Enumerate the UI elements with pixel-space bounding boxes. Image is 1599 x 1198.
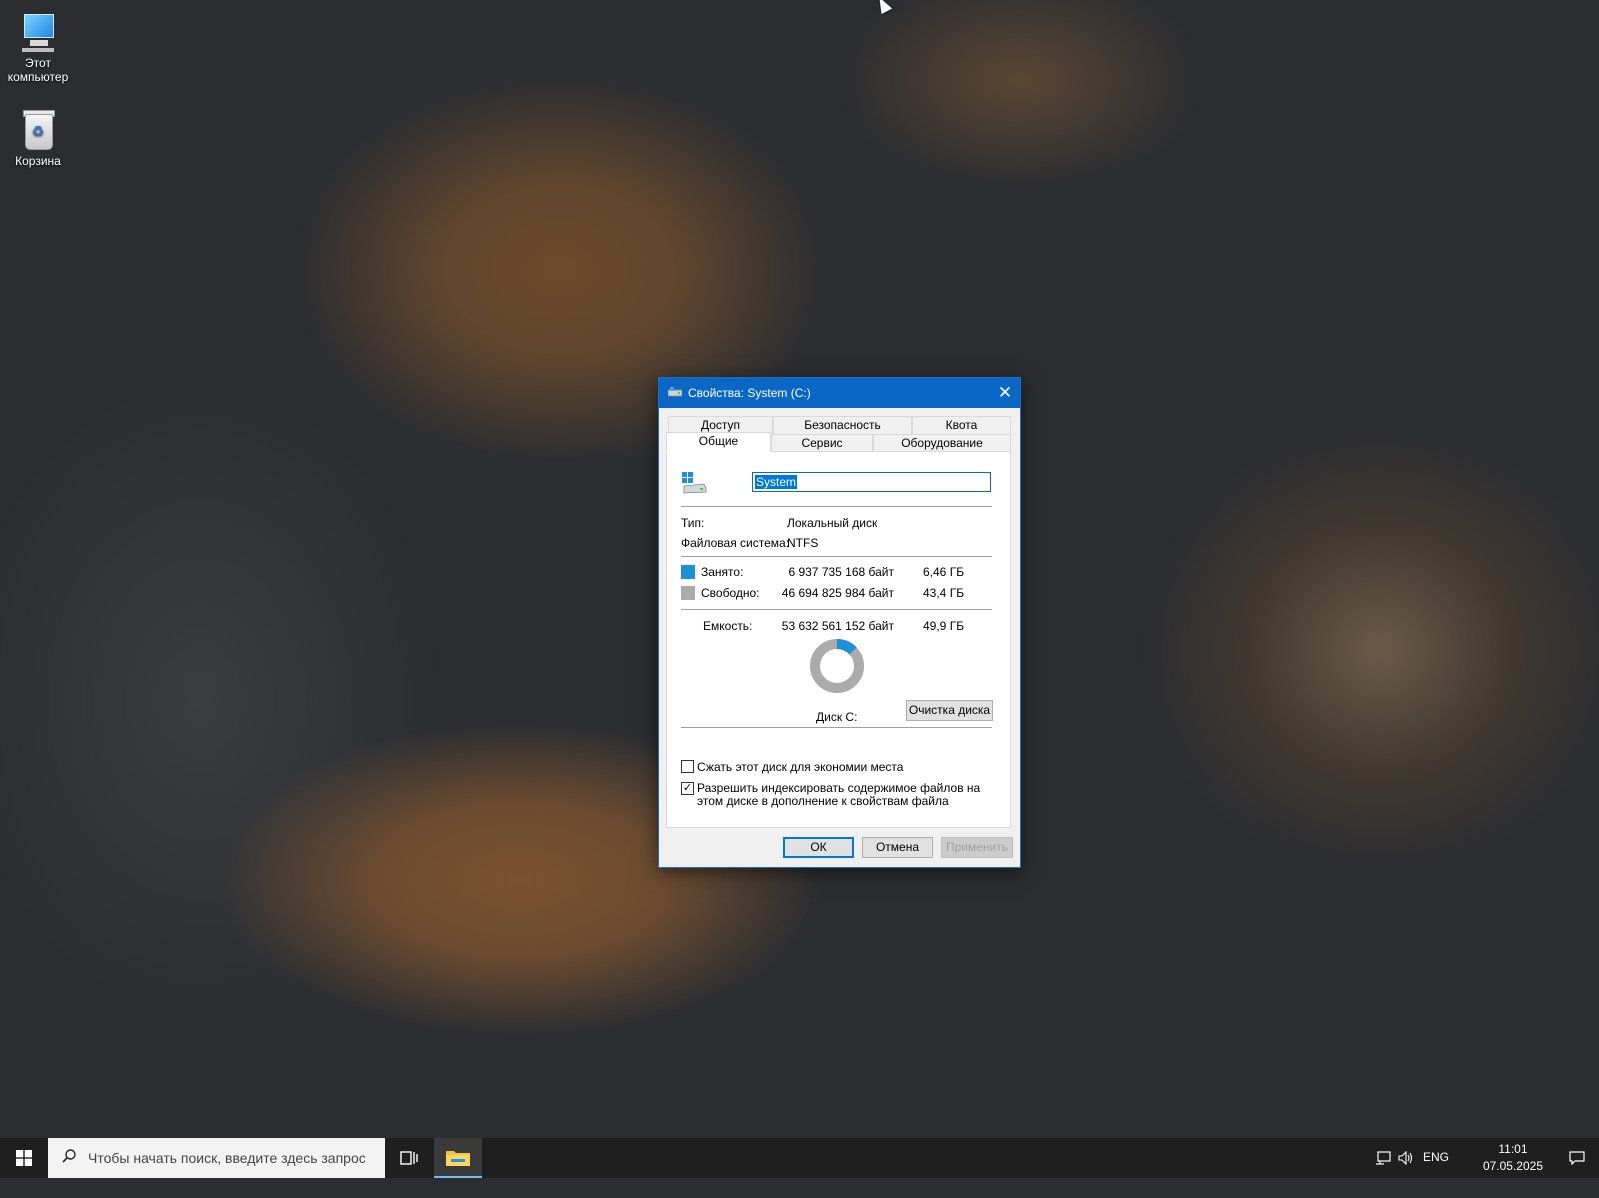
filesystem-value: NTFS [787, 536, 819, 550]
volume-icon[interactable] [1398, 1151, 1414, 1165]
capacity-label: Емкость: [703, 619, 753, 633]
desktop-icon-recycle-bin[interactable]: ♻ Корзина [0, 106, 76, 168]
drive-icon [668, 387, 682, 397]
free-space-bytes: 46 694 825 984 байт [781, 586, 894, 600]
used-space-size: 6,46 ГБ [923, 565, 965, 579]
used-space-swatch [681, 565, 695, 579]
index-checkbox[interactable]: ✓ [681, 782, 694, 795]
volume-name-input[interactable]: System [752, 472, 991, 492]
type-value: Локальный диск [787, 516, 878, 530]
drive-caption: Диск C: [816, 710, 858, 724]
apply-button[interactable]: Применить [941, 837, 1013, 858]
clock-date: 07.05.2025 [1482, 1159, 1543, 1173]
index-label[interactable]: Разрешить индексировать содержимое файло… [697, 782, 997, 808]
compress-checkbox[interactable] [681, 760, 694, 773]
folder-icon [446, 1151, 470, 1166]
filesystem-label: Файловая система: [681, 536, 790, 550]
desktop-icon-this-pc[interactable]: Этот компьютер [0, 10, 76, 84]
close-button[interactable]: ✕ [990, 378, 1020, 408]
compress-label[interactable]: Сжать этот диск для экономии места [697, 760, 903, 774]
windows-logo-icon [16, 1150, 32, 1166]
search-icon [62, 1149, 76, 1163]
desktop-icon-label: Этот компьютер [7, 56, 69, 84]
action-center-button[interactable] [1555, 1138, 1599, 1178]
mouse-cursor-icon [874, 0, 893, 15]
cancel-button[interactable]: Отмена [862, 837, 933, 858]
disk-cleanup-button[interactable]: Очистка диска [906, 700, 993, 721]
title-bar[interactable]: Свойства: System (C:) ✕ [659, 378, 1020, 408]
task-view-button[interactable] [385, 1138, 433, 1178]
computer-icon [18, 10, 58, 54]
general-tab-panel: System Тип: Локальный диск Файловая сист… [666, 451, 1011, 828]
free-space-swatch [681, 586, 695, 600]
divider [681, 727, 992, 728]
used-space-label: Занято: [701, 565, 744, 579]
capacity-bytes: 53 632 561 152 байт [781, 619, 894, 633]
taskbar: Чтобы начать поиск, введите здесь запрос… [0, 1138, 1599, 1178]
tab-general[interactable]: Общие [666, 432, 771, 452]
properties-dialog: Свойства: System (C:) ✕ Доступ Безопасно… [658, 377, 1021, 868]
tab-security[interactable]: Безопасность [773, 416, 912, 434]
file-explorer-taskbar-button[interactable] [434, 1138, 482, 1178]
type-label: Тип: [681, 516, 705, 530]
ok-button[interactable]: ОК [783, 837, 854, 858]
language-indicator[interactable]: ENG [1423, 1150, 1449, 1190]
notification-icon [1569, 1151, 1585, 1165]
tab-hardware[interactable]: Оборудование [873, 434, 1011, 452]
network-icon[interactable] [1375, 1151, 1391, 1165]
tab-quota[interactable]: Квота [912, 416, 1011, 434]
free-space-size: 43,4 ГБ [923, 586, 965, 600]
clock[interactable]: 11:01 07.05.2025 [1483, 1141, 1543, 1175]
free-space-label: Свободно: [701, 586, 760, 600]
hard-drive-icon [682, 472, 707, 494]
recycle-bin-icon: ♻ [18, 106, 58, 152]
divider [681, 609, 992, 610]
desktop-icon-label: Корзина [15, 154, 61, 168]
capacity-size: 49,9 ГБ [923, 619, 965, 633]
disk-usage-donut [810, 639, 864, 693]
task-view-icon [400, 1151, 418, 1165]
start-button[interactable] [0, 1138, 48, 1178]
tab-service[interactable]: Сервис [771, 434, 873, 452]
window-title: Свойства: System (C:) [688, 386, 811, 400]
clock-time: 11:01 [1498, 1142, 1528, 1156]
divider [681, 506, 992, 507]
used-space-bytes: 6 937 735 168 байт [788, 565, 894, 579]
search-box[interactable]: Чтобы начать поиск, введите здесь запрос [48, 1138, 385, 1178]
search-placeholder: Чтобы начать поиск, введите здесь запрос [88, 1150, 366, 1166]
volume-name-selected-text: System [755, 475, 798, 489]
divider [681, 556, 992, 557]
